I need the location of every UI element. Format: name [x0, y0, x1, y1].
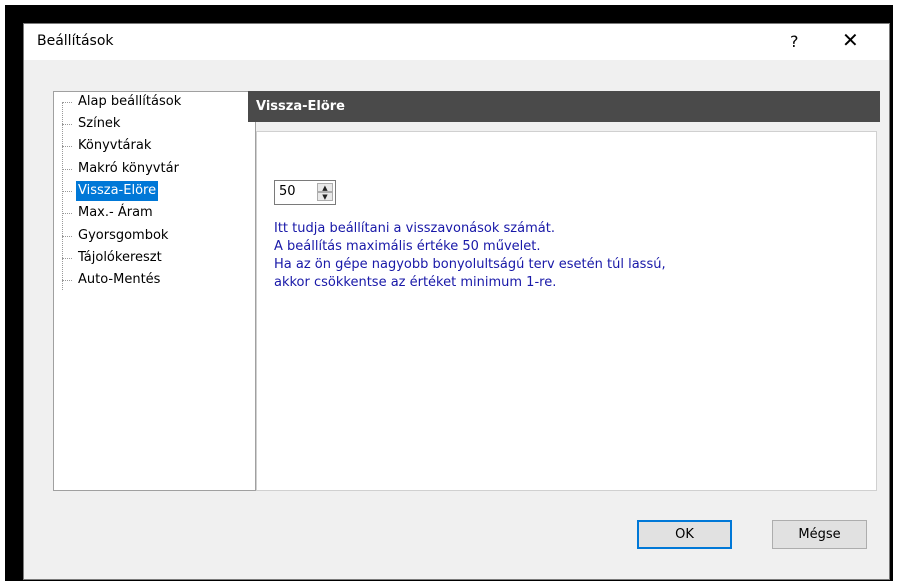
- info-text: Itt tudja beállítani a visszavonások szá…: [274, 220, 666, 292]
- close-button[interactable]: ✕: [842, 28, 859, 52]
- outer-frame: Beállítások ? ✕ Alap beállítások Színek …: [5, 5, 893, 581]
- tree-item-auto-mentes[interactable]: Auto-Mentés: [62, 270, 162, 290]
- info-line: akkor csökkentse az értéket minimum 1-re…: [274, 275, 557, 290]
- title-bar: Beállítások ? ✕: [24, 24, 889, 60]
- panel-header: Vissza-Elöre: [248, 91, 880, 122]
- dialog-title: Beállítások: [37, 33, 114, 49]
- help-button[interactable]: ?: [790, 32, 799, 51]
- cancel-button[interactable]: Mégse: [772, 520, 867, 549]
- undo-count-value[interactable]: 50: [279, 184, 296, 199]
- ok-button[interactable]: OK: [637, 520, 732, 549]
- info-line: Itt tudja beállítani a visszavonások szá…: [274, 221, 555, 236]
- spin-down-icon[interactable]: ▼: [317, 192, 333, 201]
- tree-item-max-aram[interactable]: Max.- Áram: [62, 203, 155, 223]
- tree-item-tajolokereszt[interactable]: Tájolókereszt: [62, 248, 164, 268]
- spinner-buttons: ▲ ▼: [317, 183, 333, 202]
- info-line: A beállítás maximális értéke 50 művelet.: [274, 239, 541, 254]
- tree-item-vissza-elore[interactable]: Vissza-Elöre: [62, 181, 159, 201]
- panel-content: 50 ▲ ▼ Itt tudja beállítani a visszavoná…: [256, 131, 877, 491]
- settings-tree: Alap beállítások Színek Könyvtárak Makró…: [53, 91, 256, 491]
- tree-item-gyorsgombok[interactable]: Gyorsgombok: [62, 226, 170, 246]
- spin-up-icon[interactable]: ▲: [317, 183, 333, 192]
- tree-item-konyvtarak[interactable]: Könyvtárak: [62, 136, 153, 156]
- tree-item-alap[interactable]: Alap beállítások: [62, 92, 183, 112]
- tree-item-makro[interactable]: Makró könyvtár: [62, 159, 181, 179]
- settings-dialog: Beállítások ? ✕ Alap beállítások Színek …: [23, 23, 890, 580]
- tree-item-szinek[interactable]: Színek: [62, 114, 122, 134]
- info-line: Ha az ön gépe nagyobb bonyolultságú terv…: [274, 257, 666, 272]
- undo-count-spinner[interactable]: 50 ▲ ▼: [274, 180, 336, 205]
